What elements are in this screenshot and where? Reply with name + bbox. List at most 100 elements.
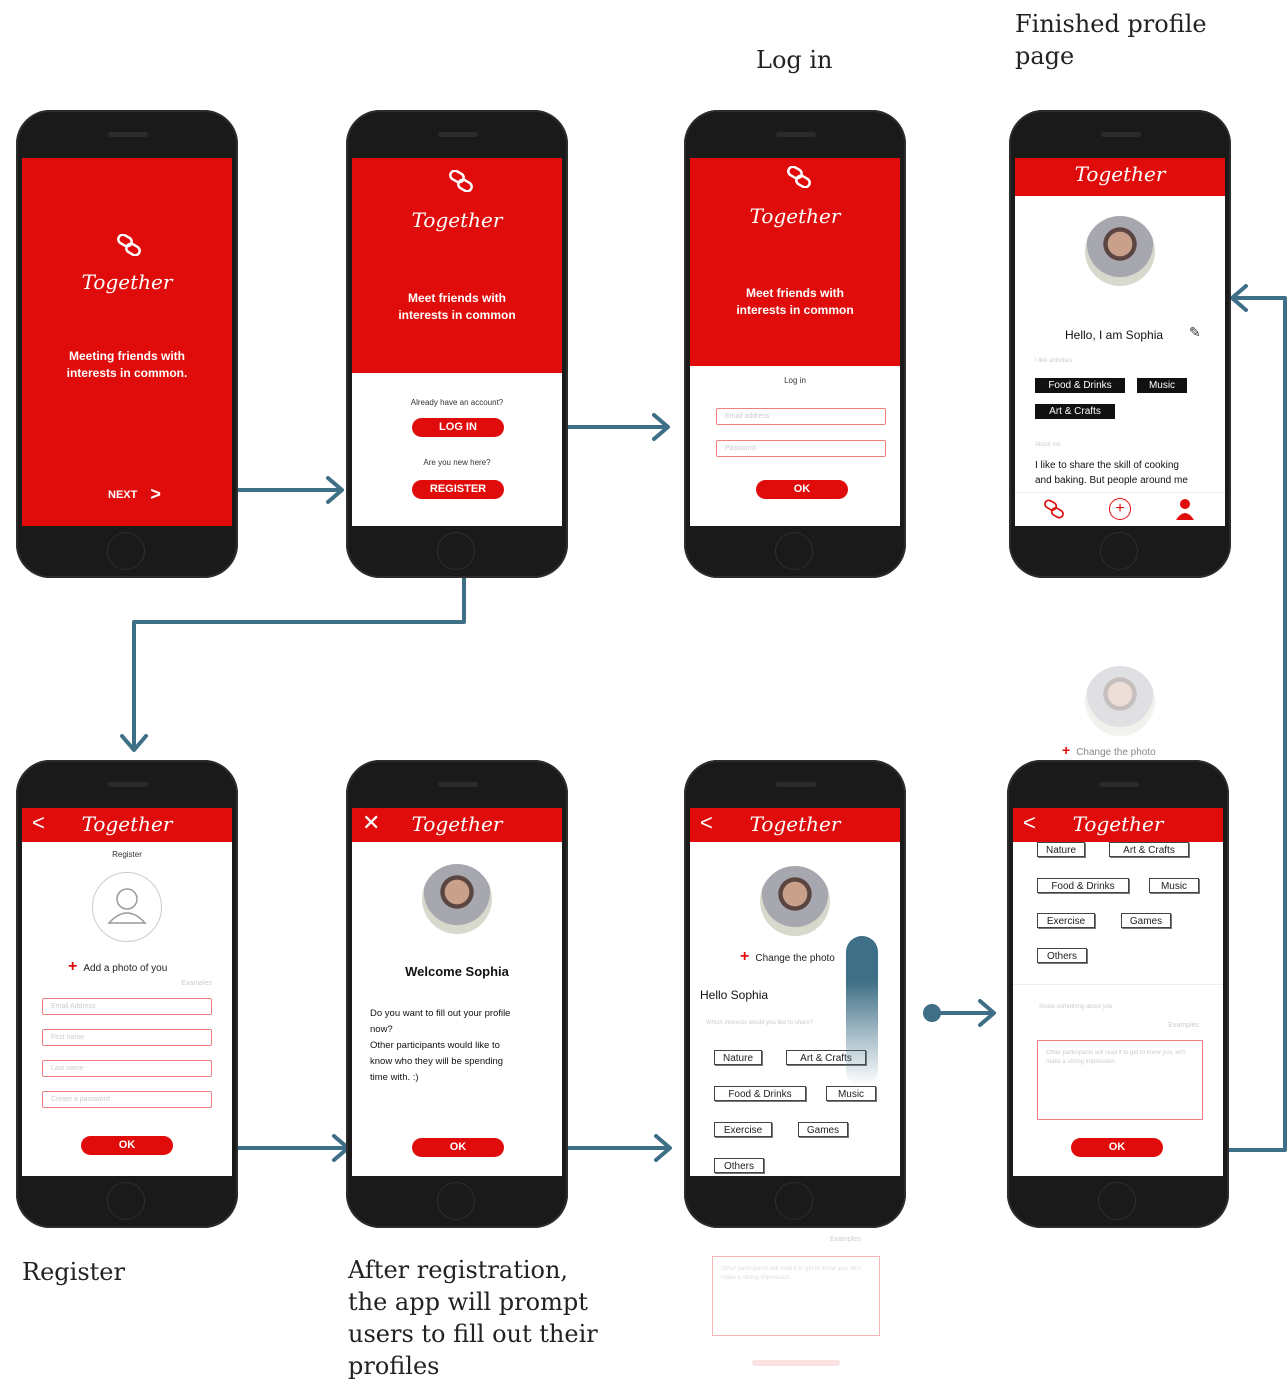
app-logo: Together xyxy=(81,270,173,294)
about-prompt: Share something about you xyxy=(1039,1004,1113,1010)
add-circle-icon[interactable]: + xyxy=(1109,498,1131,520)
header-bar: < Together xyxy=(22,808,232,842)
interest-chip[interactable]: Food & Drinks xyxy=(1037,878,1129,893)
section-divider xyxy=(1013,984,1223,985)
interest-chip: Music xyxy=(1137,378,1187,393)
header-bar: < Together xyxy=(690,808,900,842)
interest-chip[interactable]: Games xyxy=(1121,913,1171,928)
tagline-line1: Meeting friends with xyxy=(68,349,185,363)
email-field[interactable]: Email Address xyxy=(42,998,212,1015)
tagline-line1: Meet friends with xyxy=(407,291,506,305)
bottom-nav: + xyxy=(1015,492,1225,526)
password-field[interactable]: Password xyxy=(716,440,886,457)
interest-chip[interactable]: Exercise xyxy=(714,1122,772,1137)
prompt-line: Other participants would like to xyxy=(370,1040,500,1051)
plus-icon: + xyxy=(1062,742,1071,758)
add-photo-label: Add a photo of you xyxy=(83,963,168,974)
interest-chip[interactable]: Music xyxy=(826,1086,876,1101)
prompt-line: now? xyxy=(370,1024,393,1035)
app-logo: Together xyxy=(749,204,841,228)
tagline-line2: interests in common. xyxy=(66,366,188,380)
screen-register: < Together Register + Add a photo of you … xyxy=(22,808,232,1176)
ok-button[interactable]: OK xyxy=(81,1136,173,1155)
screen-login: Together Meet friends with interests in … xyxy=(690,158,900,526)
speaker xyxy=(108,782,148,787)
app-logo: Together xyxy=(1074,162,1166,186)
header-bar: < Together xyxy=(1013,808,1223,842)
speaker xyxy=(1099,782,1139,787)
link-logo-icon xyxy=(116,233,142,261)
add-photo-link[interactable]: + Add a photo of you xyxy=(68,958,167,976)
tagline-line2: interests in common xyxy=(398,308,516,322)
ok-button[interactable]: OK xyxy=(756,480,848,499)
prompt-line: Do you want to fill out your profile xyxy=(370,1008,511,1019)
home-button xyxy=(775,1182,813,1220)
email-field[interactable]: Email address xyxy=(716,408,886,425)
first-name-field[interactable]: First name xyxy=(42,1029,212,1046)
pencil-edit-icon[interactable]: ✎ xyxy=(1189,324,1201,341)
welcome-heading: Welcome Sophia xyxy=(405,964,509,979)
home-button xyxy=(107,1182,145,1220)
ok-button[interactable]: OK xyxy=(412,1138,504,1157)
speaker xyxy=(438,132,478,137)
phone-finished-profile: Together Hello, I am Sophia ✎ I like act… xyxy=(1009,110,1231,578)
ok-button[interactable]: OK xyxy=(1071,1138,1163,1157)
scroll-preview-bio-box: Other participants will read it to get t… xyxy=(712,1256,880,1336)
login-title: Log in xyxy=(784,376,806,385)
app-logo: Together xyxy=(1072,812,1164,836)
phone-splash: Together Meeting friends with interests … xyxy=(16,110,238,578)
screen-welcome-prompt: ✕ Together Welcome Sophia Do you want to… xyxy=(352,808,562,1176)
phone-profile-editor: < Together + Change the photo Hello Sophi… xyxy=(684,760,906,1228)
screen-splash: Together Meeting friends with interests … xyxy=(22,158,232,526)
examples-label: Examples xyxy=(1168,1022,1199,1029)
app-logo: Together xyxy=(411,812,503,836)
change-photo-label: Change the photo xyxy=(755,953,835,964)
about-label: About me xyxy=(1035,442,1061,448)
examples-label: Examples xyxy=(181,980,212,987)
interest-chip[interactable]: Food & Drinks xyxy=(714,1086,806,1101)
interest-chip[interactable]: Art & Crafts xyxy=(1109,842,1189,857)
next-button[interactable]: NEXT > xyxy=(108,482,161,504)
speaker xyxy=(1101,132,1141,137)
register-title: Register xyxy=(112,850,142,859)
change-photo-link[interactable]: + Change the photo xyxy=(740,948,835,966)
phone-register: < Together Register + Add a photo of you … xyxy=(16,760,238,1228)
scroll-preview-examples: Examples xyxy=(830,1236,861,1243)
home-button xyxy=(437,532,475,570)
interest-chip[interactable]: Music xyxy=(1149,878,1199,893)
register-button[interactable]: REGISTER xyxy=(412,480,504,499)
home-button xyxy=(775,532,813,570)
plus-icon: + xyxy=(740,948,750,965)
photo-placeholder-icon[interactable] xyxy=(92,872,162,942)
header-bar: Together xyxy=(1015,158,1225,196)
preview-change-photo: + Change the photo xyxy=(1062,742,1156,758)
interest-chip[interactable]: Games xyxy=(798,1122,848,1137)
speaker xyxy=(776,132,816,137)
speaker xyxy=(108,132,148,137)
profile-greeting: Hello, I am Sophia xyxy=(1065,328,1164,342)
login-button[interactable]: LOG IN xyxy=(412,418,504,437)
bio-textarea[interactable]: Other participants will read it to get t… xyxy=(1037,1040,1203,1120)
interest-chip[interactable]: Exercise xyxy=(1037,913,1095,928)
interests-subtitle: Which interests would you like to share? xyxy=(706,1020,814,1026)
profile-avatar xyxy=(1085,216,1155,286)
screen-profile-editor: < Together + Change the photo Hello Sophi… xyxy=(690,808,900,1176)
chevron-right-icon: > xyxy=(150,484,161,504)
interest-chip[interactable]: Others xyxy=(714,1158,764,1173)
profile-nav-icon[interactable] xyxy=(1175,498,1195,525)
last-name-field[interactable]: Last name xyxy=(42,1060,212,1077)
link-logo-icon xyxy=(448,169,474,197)
interest-chip[interactable]: Others xyxy=(1037,948,1087,963)
link-nav-icon[interactable] xyxy=(1043,499,1065,524)
plus-icon: + xyxy=(68,958,78,975)
interest-chip[interactable]: Nature xyxy=(714,1050,762,1065)
interests-label: I like activities xyxy=(1035,358,1073,364)
phone-welcome-prompt: ✕ Together Welcome Sophia Do you want to… xyxy=(346,760,568,1228)
scroll-gesture-indicator xyxy=(846,936,878,1086)
header-bar: ✕ Together xyxy=(352,808,562,842)
password-field[interactable]: Create a password xyxy=(42,1091,212,1108)
have-account-text: Already have an account? xyxy=(410,398,504,407)
interest-chip[interactable]: Nature xyxy=(1037,842,1085,857)
home-button xyxy=(1100,532,1138,570)
link-logo-icon xyxy=(786,165,812,193)
